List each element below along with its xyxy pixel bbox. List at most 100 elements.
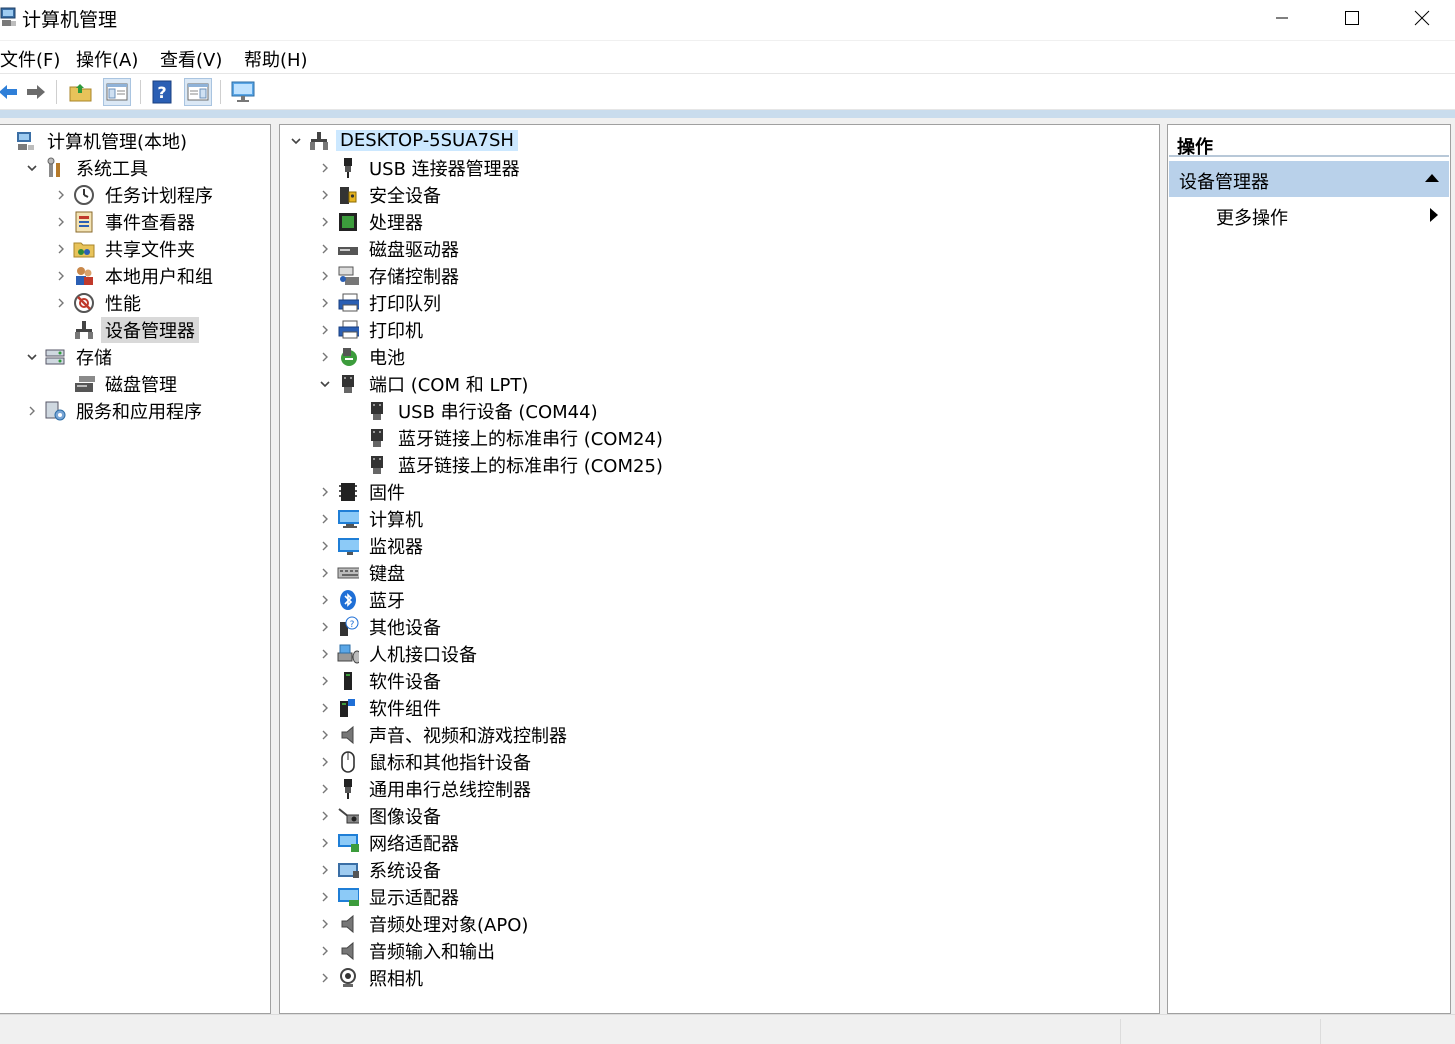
- device-tree-item-10[interactable]: USB 串行设备 (COM44): [346, 397, 602, 424]
- chevron-right-icon[interactable]: [317, 511, 333, 527]
- device-tree-item-20[interactable]: 软件设备: [317, 667, 445, 694]
- chevron-right-icon[interactable]: [317, 808, 333, 824]
- device-tree-item-6[interactable]: 打印队列: [317, 289, 445, 316]
- device-tree-item-15[interactable]: 监视器: [317, 532, 427, 559]
- device-tree-item-31[interactable]: 照相机: [317, 964, 427, 991]
- device-tree-item-4[interactable]: 磁盘驱动器: [317, 235, 463, 262]
- console-tree-item-2[interactable]: 任务计划程序: [53, 181, 217, 208]
- console-tree-item-8[interactable]: 存储: [24, 343, 116, 370]
- more-actions-item[interactable]: 更多操作: [1216, 204, 1288, 230]
- chevron-right-icon[interactable]: [317, 349, 333, 365]
- device-tree-item-13[interactable]: 固件: [317, 478, 409, 505]
- device-tree-item-16[interactable]: 键盘: [317, 559, 409, 586]
- device-tree-item-1[interactable]: USB 连接器管理器: [317, 154, 524, 181]
- chevron-right-icon[interactable]: [317, 916, 333, 932]
- chevron-right-icon[interactable]: [317, 673, 333, 689]
- device-tree-item-30[interactable]: 音频输入和输出: [317, 937, 499, 964]
- menu-help[interactable]: 帮助(H): [244, 46, 308, 72]
- device-tree-item-21[interactable]: 软件组件: [317, 694, 445, 721]
- maximize-button[interactable]: [1317, 0, 1387, 36]
- chevron-right-icon[interactable]: [53, 214, 69, 230]
- chevron-right-icon[interactable]: [317, 727, 333, 743]
- console-tree-item-0[interactable]: 计算机管理(本地): [0, 127, 191, 154]
- device-tree-item-23[interactable]: 鼠标和其他指针设备: [317, 748, 535, 775]
- device-tree-item-18[interactable]: ? 其他设备: [317, 613, 445, 640]
- chevron-right-icon[interactable]: [317, 619, 333, 635]
- chevron-right-icon[interactable]: [317, 484, 333, 500]
- show-hide-tree-icon[interactable]: [103, 78, 131, 106]
- console-tree-item-1[interactable]: 系统工具: [24, 154, 152, 181]
- chevron-right-icon[interactable]: [24, 403, 40, 419]
- device-tree-item-2[interactable]: 安全设备: [317, 181, 445, 208]
- close-button[interactable]: [1387, 0, 1455, 36]
- device-tree-item-11[interactable]: 蓝牙链接上的标准串行 (COM24): [346, 424, 667, 451]
- console-tree-pane[interactable]: 计算机管理(本地) 系统工具 任务计划程序 事件查看器 共享文件夹 本地用户和组 性能 设备管…: [0, 124, 271, 1014]
- chevron-right-icon[interactable]: [317, 700, 333, 716]
- monitor-icon[interactable]: [229, 78, 257, 106]
- console-tree-item-10[interactable]: 服务和应用程序: [24, 397, 206, 424]
- console-tree-item-9[interactable]: 磁盘管理: [53, 370, 181, 397]
- device-tree-item-8[interactable]: 电池: [317, 343, 409, 370]
- chevron-right-icon[interactable]: [317, 538, 333, 554]
- chevron-right-icon[interactable]: [53, 268, 69, 284]
- actions-section-device-manager[interactable]: 设备管理器: [1169, 161, 1449, 197]
- chevron-right-icon[interactable]: [317, 565, 333, 581]
- menu-view[interactable]: 查看(V): [160, 46, 222, 72]
- chevron-right-icon[interactable]: [317, 214, 333, 230]
- show-hide-action-pane-icon[interactable]: [184, 78, 212, 106]
- help-icon[interactable]: ?: [148, 78, 176, 106]
- up-folder-icon[interactable]: [67, 78, 95, 106]
- device-tree-item-29[interactable]: 音频处理对象(APO): [317, 910, 532, 937]
- device-tree-item-0[interactable]: DESKTOP-5SUA7SH: [288, 127, 518, 154]
- submenu-arrow-icon[interactable]: [1430, 208, 1438, 222]
- chevron-right-icon[interactable]: [317, 160, 333, 176]
- chevron-right-icon[interactable]: [53, 241, 69, 257]
- device-tree-item-7[interactable]: 打印机: [317, 316, 427, 343]
- chevron-right-icon[interactable]: [317, 781, 333, 797]
- chevron-down-icon[interactable]: [288, 133, 304, 149]
- device-tree-item-26[interactable]: 网络适配器: [317, 829, 463, 856]
- device-tree-item-17[interactable]: 蓝牙: [317, 586, 409, 613]
- device-tree-item-25[interactable]: 图像设备: [317, 802, 445, 829]
- collapse-caret-icon[interactable]: [1425, 174, 1439, 182]
- menu-action[interactable]: 操作(A): [76, 46, 138, 72]
- console-tree-item-5[interactable]: 本地用户和组: [53, 262, 217, 289]
- forward-icon[interactable]: [22, 78, 50, 106]
- chevron-right-icon[interactable]: [317, 754, 333, 770]
- device-tree-item-3[interactable]: 处理器: [317, 208, 427, 235]
- chevron-right-icon[interactable]: [317, 268, 333, 284]
- device-tree-item-28[interactable]: 显示适配器: [317, 883, 463, 910]
- device-tree-pane[interactable]: DESKTOP-5SUA7SH USB 连接器管理器 安全设备 处理器 磁盘驱动器 存储控…: [279, 124, 1160, 1014]
- minimize-button[interactable]: [1247, 0, 1317, 36]
- chevron-right-icon[interactable]: [317, 943, 333, 959]
- chevron-right-icon[interactable]: [317, 889, 333, 905]
- chevron-down-icon[interactable]: [24, 160, 40, 176]
- chevron-right-icon[interactable]: [317, 970, 333, 986]
- device-tree-item-24[interactable]: 通用串行总线控制器: [317, 775, 535, 802]
- device-tree-item-5[interactable]: 存储控制器: [317, 262, 463, 289]
- device-tree-item-9[interactable]: 端口 (COM 和 LPT): [317, 370, 532, 397]
- chevron-right-icon[interactable]: [317, 646, 333, 662]
- console-tree-item-3[interactable]: 事件查看器: [53, 208, 199, 235]
- chevron-right-icon[interactable]: [317, 241, 333, 257]
- chevron-right-icon[interactable]: [317, 835, 333, 851]
- chevron-right-icon[interactable]: [53, 187, 69, 203]
- device-tree-item-27[interactable]: 系统设备: [317, 856, 445, 883]
- back-icon[interactable]: [0, 78, 22, 106]
- chevron-right-icon[interactable]: [317, 322, 333, 338]
- chevron-right-icon[interactable]: [317, 592, 333, 608]
- chevron-right-icon[interactable]: [317, 862, 333, 878]
- chevron-down-icon[interactable]: [317, 376, 333, 392]
- console-tree-item-7[interactable]: 设备管理器: [53, 316, 199, 343]
- device-tree-item-12[interactable]: 蓝牙链接上的标准串行 (COM25): [346, 451, 667, 478]
- chevron-right-icon[interactable]: [53, 295, 69, 311]
- menu-file[interactable]: 文件(F): [0, 46, 60, 72]
- console-tree-item-4[interactable]: 共享文件夹: [53, 235, 199, 262]
- console-tree-item-6[interactable]: 性能: [53, 289, 145, 316]
- chevron-right-icon[interactable]: [317, 295, 333, 311]
- device-tree-item-19[interactable]: 人机接口设备: [317, 640, 481, 667]
- device-tree-item-14[interactable]: 计算机: [317, 505, 427, 532]
- chevron-right-icon[interactable]: [317, 187, 333, 203]
- device-tree-item-22[interactable]: 声音、视频和游戏控制器: [317, 721, 571, 748]
- chevron-down-icon[interactable]: [24, 349, 40, 365]
